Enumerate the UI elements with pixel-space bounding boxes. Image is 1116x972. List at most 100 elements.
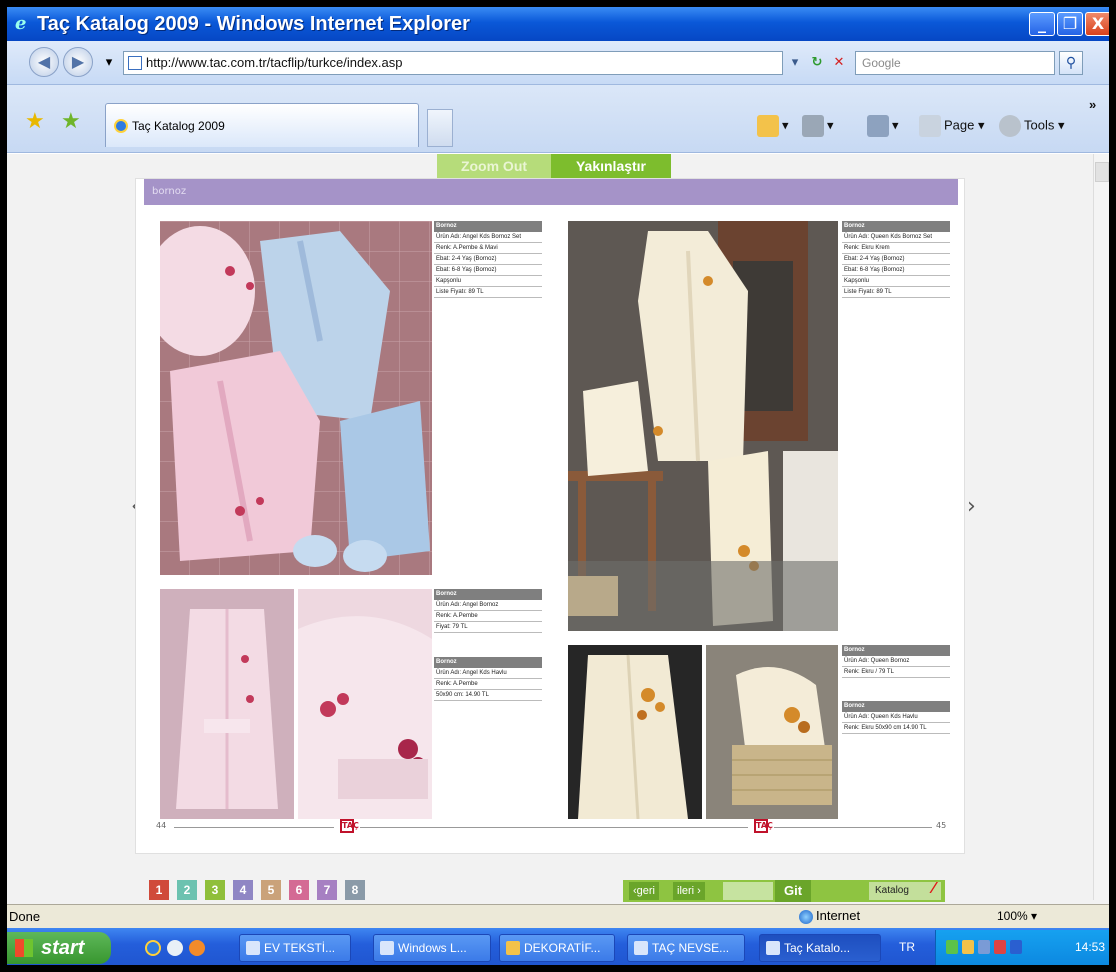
- info-row: Renk: Ekru 50x90 cm 14.90 TL: [842, 723, 950, 734]
- next-button[interactable]: ileri ›: [673, 882, 705, 900]
- folder-icon: [506, 941, 520, 955]
- catalog-section-header: bornoz: [144, 179, 958, 205]
- address-toolbar: ◀ ▶ ▾ http://www.tac.com.tr/tacflip/turk…: [7, 41, 1109, 85]
- tray-icon[interactable]: [962, 940, 974, 954]
- page-button-6[interactable]: 6: [289, 880, 309, 900]
- tab-current[interactable]: Taç Katalog 2009: [105, 103, 419, 147]
- left-page-number: 44: [156, 821, 167, 830]
- taskbar: start EV TEKSTİ... Windows L... DEKORATİ…: [7, 928, 1109, 965]
- page-button-3[interactable]: 3: [205, 880, 225, 900]
- feeds-icon[interactable]: ▾: [802, 115, 834, 137]
- clock: 14:53: [1074, 940, 1105, 954]
- photo-pink-towel-detail: [298, 589, 432, 819]
- page-button-4[interactable]: 4: [233, 880, 253, 900]
- new-tab-button[interactable]: [427, 109, 453, 147]
- home-icon[interactable]: ▾: [757, 115, 789, 137]
- ie-quicklaunch-icon[interactable]: [145, 940, 161, 956]
- info-header: Bornoz: [434, 221, 542, 232]
- task-label: Windows L...: [398, 941, 467, 955]
- taskbar-item[interactable]: TAÇ NEVSE...: [627, 934, 745, 962]
- print-icon[interactable]: ▾: [867, 115, 899, 137]
- product-info-box: Bornoz Ürün Adı: Angel Kds Havlu Renk: A…: [434, 657, 542, 701]
- vertical-scrollbar[interactable]: [1093, 154, 1109, 900]
- app-quicklaunch-icon[interactable]: [167, 940, 183, 956]
- ie-page-icon: [634, 941, 648, 955]
- taskbar-item[interactable]: DEKORATİF...: [499, 934, 615, 962]
- tools-menu[interactable]: Tools ▾: [999, 115, 1065, 137]
- history-dropdown-icon[interactable]: ▾: [99, 52, 119, 74]
- info-row: Renk: Ekru Krem: [842, 243, 950, 254]
- address-dropdown-icon[interactable]: ▾: [785, 52, 805, 74]
- more-tools-icon[interactable]: »: [1089, 97, 1096, 112]
- taskbar-item-active[interactable]: Taç Katalo...: [759, 934, 881, 962]
- tac-logo-icon: TAÇ: [340, 819, 359, 833]
- refresh-icon[interactable]: ↻: [807, 52, 827, 74]
- back-button[interactable]: ◀: [29, 47, 59, 77]
- window-icon: [380, 941, 394, 955]
- system-tray: 14:53: [935, 930, 1109, 965]
- globe-icon: [799, 909, 813, 924]
- ie-logo-icon: e: [15, 13, 27, 34]
- zone-label: Internet: [816, 908, 861, 923]
- start-button[interactable]: start: [7, 932, 111, 964]
- tray-icon[interactable]: [946, 940, 958, 954]
- zoom-in-button[interactable]: Yakınlaştır: [551, 154, 671, 178]
- info-row: Ürün Adı: Queen Bornoz: [842, 656, 950, 667]
- start-label: start: [41, 937, 85, 959]
- page-button-1[interactable]: 1: [149, 880, 169, 900]
- tray-icon[interactable]: [1010, 940, 1022, 954]
- search-input[interactable]: Google: [855, 51, 1055, 75]
- media-quicklaunch-icon[interactable]: [189, 940, 205, 956]
- scroll-thumb[interactable]: [1095, 162, 1109, 182]
- page-button-8[interactable]: 8: [345, 880, 365, 900]
- tray-icon[interactable]: [994, 940, 1006, 954]
- photo-ivory-bathrobe-bathroom: [568, 221, 838, 631]
- info-row: 50x90 cm: 14.90 TL: [434, 690, 542, 701]
- stop-icon[interactable]: ✕: [829, 52, 849, 74]
- favorites-star-icon[interactable]: ★: [25, 109, 45, 134]
- pink-towel-illustration: [298, 589, 432, 819]
- title-bar: e Taç Katalog 2009 - Windows Internet Ex…: [7, 7, 1109, 41]
- maximize-button[interactable]: ❐: [1057, 12, 1083, 36]
- bathroom-illustration: [568, 221, 838, 631]
- info-row: Ürün Adı: Angel Kds Havlu: [434, 668, 542, 679]
- close-button[interactable]: X: [1085, 12, 1109, 36]
- language-indicator[interactable]: TR: [899, 940, 915, 954]
- ivory-robe-illustration: [568, 645, 702, 819]
- address-field[interactable]: http://www.tac.com.tr/tacflip/turkce/ind…: [123, 51, 783, 75]
- add-favorites-icon[interactable]: ★: [61, 109, 81, 134]
- photo-ivory-robe-closeup: [568, 645, 702, 819]
- pdf-icon: ⁄: [932, 880, 935, 897]
- page-icon: [128, 56, 142, 70]
- forward-button[interactable]: ▶: [63, 47, 93, 77]
- search-icon[interactable]: ⚲: [1059, 51, 1083, 75]
- page-go-input[interactable]: [723, 882, 773, 900]
- info-row: Ürün Adı: Angel Bornoz: [434, 600, 542, 611]
- info-row: Ürün Adı: Angel Kds Bornoz Set: [434, 232, 542, 243]
- catalog-spread: bornoz Bornoz Ürün Adı: Angel Kds Bornoz…: [135, 178, 965, 854]
- minimize-button[interactable]: _: [1029, 12, 1055, 36]
- page-button-2[interactable]: 2: [177, 880, 197, 900]
- pink-robe-illustration: [160, 589, 294, 819]
- taskbar-item[interactable]: Windows L...: [373, 934, 491, 962]
- photo-kids-bathrobes-pink-blue: [160, 221, 432, 575]
- page-button-7[interactable]: 7: [317, 880, 337, 900]
- page-button-5[interactable]: 5: [261, 880, 281, 900]
- catalog-pdf-button[interactable]: Katalog ⁄: [869, 880, 941, 900]
- zoom-out-button[interactable]: Zoom Out: [437, 154, 551, 178]
- info-row: Liste Fiyatı: 89 TL: [434, 287, 542, 298]
- next-page-arrow[interactable]: ›: [967, 494, 976, 519]
- info-row: Liste Fiyatı: 89 TL: [842, 287, 950, 298]
- product-info-box: Bornoz Ürün Adı: Angel Kds Bornoz Set Re…: [434, 221, 542, 298]
- ie-page-icon: [766, 941, 780, 955]
- go-button[interactable]: Git: [775, 880, 811, 902]
- tray-icon[interactable]: [978, 940, 990, 954]
- info-row: Kapşonlu: [842, 276, 950, 287]
- info-row: Renk: A.Pembe & Mavi: [434, 243, 542, 254]
- page-menu[interactable]: Page ▾: [919, 115, 985, 137]
- security-zone[interactable]: Internet: [799, 908, 860, 924]
- taskbar-item[interactable]: EV TEKSTİ...: [239, 934, 351, 962]
- zoom-level[interactable]: 100% ▾: [997, 909, 1037, 923]
- status-bar: Done Internet 100% ▾: [7, 904, 1109, 928]
- prev-button[interactable]: ‹geri: [629, 882, 660, 900]
